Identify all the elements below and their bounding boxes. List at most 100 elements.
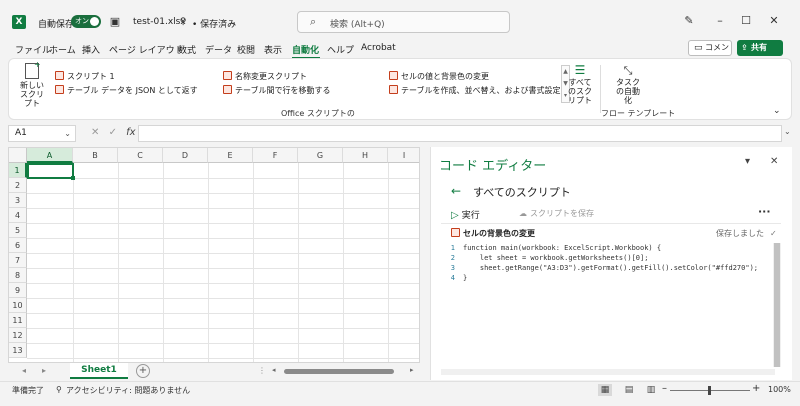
comment-button[interactable]: ▭コメント	[688, 40, 732, 66]
add-sheet-button[interactable]: +	[136, 364, 150, 378]
row-header[interactable]: 4	[9, 208, 27, 223]
formula-input[interactable]	[138, 125, 782, 142]
save-script-button[interactable]: ☁ スクリプトを保存	[519, 208, 594, 219]
fill-handle[interactable]	[71, 176, 75, 180]
row-header[interactable]: 2	[9, 178, 27, 193]
script-icon	[223, 71, 232, 80]
back-arrow-icon[interactable]: ←	[451, 184, 461, 198]
confirm-icon[interactable]: ✓	[109, 127, 117, 138]
tab-split-handle-icon[interactable]: ⋮	[258, 366, 266, 375]
script-item-5[interactable]: セルの値と背景色の変更	[389, 71, 489, 82]
tab-review[interactable]: 校閲	[237, 43, 255, 56]
tab-insert[interactable]: 挿入	[82, 43, 100, 56]
maximize-button[interactable]: ☐	[738, 14, 754, 28]
editor-vertical-scrollbar[interactable]	[773, 243, 781, 367]
more-options-icon[interactable]: ···	[758, 205, 771, 218]
row-header[interactable]: 13	[9, 343, 27, 358]
normal-view-button[interactable]: ▦	[598, 384, 612, 396]
tab-automate[interactable]: 自動化	[292, 43, 319, 56]
row-header[interactable]: 7	[9, 253, 27, 268]
script-item-6[interactable]: テーブルを作成、並べ替え、および書式設定	[389, 85, 561, 96]
tab-page-layout[interactable]: ページ レイアウト	[109, 43, 184, 56]
prev-sheet-icon[interactable]: ◂	[22, 366, 26, 375]
row-header[interactable]: 9	[9, 283, 27, 298]
tab-acrobat[interactable]: Acrobat	[361, 43, 396, 53]
flow-icon: ⤡	[623, 64, 633, 77]
share-button[interactable]: ⇪ 共有	[737, 40, 783, 56]
column-header[interactable]: G	[298, 148, 343, 163]
scroll-left-icon[interactable]: ◂	[272, 366, 276, 374]
grid-line	[27, 208, 419, 209]
excel-logo-icon: X	[12, 15, 26, 29]
page-layout-view-button[interactable]: ▤	[622, 384, 636, 396]
column-header[interactable]: E	[208, 148, 253, 163]
search-box[interactable]: ⌕ 検索 (Alt+Q)	[297, 11, 510, 33]
accessibility-status[interactable]: アクセシビリティ: 問題ありません	[66, 385, 190, 396]
run-button[interactable]: ▷ 実行	[451, 208, 480, 221]
save-icon[interactable]: ▣	[108, 15, 122, 29]
all-scripts-button[interactable]: ☰ すべてのスクリプト	[565, 63, 595, 105]
script-item-1[interactable]: スクリプト 1	[55, 71, 115, 82]
row-header[interactable]: 5	[9, 223, 27, 238]
zoom-out-button[interactable]: –	[662, 383, 667, 394]
expand-formula-icon[interactable]: ⌄	[784, 127, 791, 136]
script-item-4[interactable]: テーブル間で行を移動する	[223, 85, 331, 96]
row-header[interactable]: 12	[9, 328, 27, 343]
horizontal-scrollbar[interactable]: ◂ ▸	[272, 366, 418, 375]
pane-options-icon[interactable]: ▾	[745, 156, 750, 167]
all-scripts-link[interactable]: すべてのスクリプト	[473, 184, 571, 200]
autosave-toggle[interactable]: オン	[71, 15, 101, 28]
zoom-level[interactable]: 100%	[768, 385, 791, 394]
script-item-label: テーブルを作成、並べ替え、および書式設定	[401, 86, 561, 95]
page-break-view-button[interactable]: ▥	[644, 384, 658, 396]
column-header[interactable]: D	[163, 148, 208, 163]
chevron-down-icon[interactable]: ⌄	[64, 126, 71, 141]
name-box[interactable]: A1 ⌄	[8, 125, 76, 142]
close-window-button[interactable]: ✕	[766, 14, 782, 28]
row-header[interactable]: 3	[9, 193, 27, 208]
select-all-corner[interactable]	[9, 148, 27, 163]
name-box-value: A1	[15, 128, 27, 138]
row-header[interactable]: 1	[9, 163, 27, 178]
group-office-scripts-label: Office スクリプトの	[281, 109, 355, 118]
automate-task-button[interactable]: ⤡ タスクの自動化	[609, 63, 647, 105]
ribbon-collapse-icon[interactable]: ⌄	[773, 106, 781, 116]
pen-icon[interactable]: ✎	[681, 14, 697, 28]
fx-icon[interactable]: fx	[126, 127, 135, 138]
minimize-button[interactable]: –	[712, 14, 728, 28]
scroll-thumb[interactable]	[774, 243, 780, 367]
sheet-tab[interactable]: Sheet1	[70, 363, 128, 379]
scroll-right-icon[interactable]: ▸	[410, 366, 414, 374]
row-header[interactable]: 6	[9, 238, 27, 253]
column-header[interactable]: A	[27, 148, 73, 163]
script-item-2[interactable]: テーブル データを JSON として返す	[55, 85, 198, 96]
new-script-button[interactable]: + 新しいスクリプト	[15, 60, 49, 108]
tab-help[interactable]: ヘルプ	[327, 43, 354, 56]
column-header[interactable]: B	[73, 148, 118, 163]
editor-horizontal-scrollbar[interactable]	[441, 369, 775, 375]
column-header[interactable]: H	[343, 148, 388, 163]
code-area[interactable]: 1 function main(workbook: ExcelScript.Wor…	[441, 243, 775, 367]
tab-formulas[interactable]: 数式	[178, 43, 196, 56]
spreadsheet-grid[interactable]: A B C D E F G H I 1 2 3 4 5 6 7 8 9 10 1…	[8, 147, 420, 363]
tab-view[interactable]: 表示	[264, 43, 282, 56]
zoom-in-button[interactable]: +	[752, 383, 760, 394]
close-pane-icon[interactable]: ✕	[770, 156, 778, 167]
column-header[interactable]: F	[253, 148, 298, 163]
cancel-icon[interactable]: ✕	[91, 127, 99, 138]
row-header[interactable]: 8	[9, 268, 27, 283]
row-header[interactable]: 11	[9, 313, 27, 328]
row-header[interactable]: 10	[9, 298, 27, 313]
active-cell[interactable]	[27, 163, 74, 179]
scroll-thumb[interactable]	[284, 369, 394, 374]
column-header[interactable]: I	[388, 148, 419, 163]
tab-file[interactable]: ファイル	[15, 43, 51, 56]
next-sheet-icon[interactable]: ▸	[42, 366, 46, 375]
script-item-3[interactable]: 名称変更スクリプト	[223, 71, 307, 82]
column-header[interactable]: C	[118, 148, 163, 163]
tab-home[interactable]: ホーム	[49, 43, 76, 56]
chevron-down-icon[interactable]: ⌄	[230, 18, 236, 26]
zoom-slider-thumb[interactable]	[708, 386, 711, 395]
script-item-label: テーブル データを JSON として返す	[67, 86, 198, 95]
tab-data[interactable]: データ	[205, 43, 232, 56]
